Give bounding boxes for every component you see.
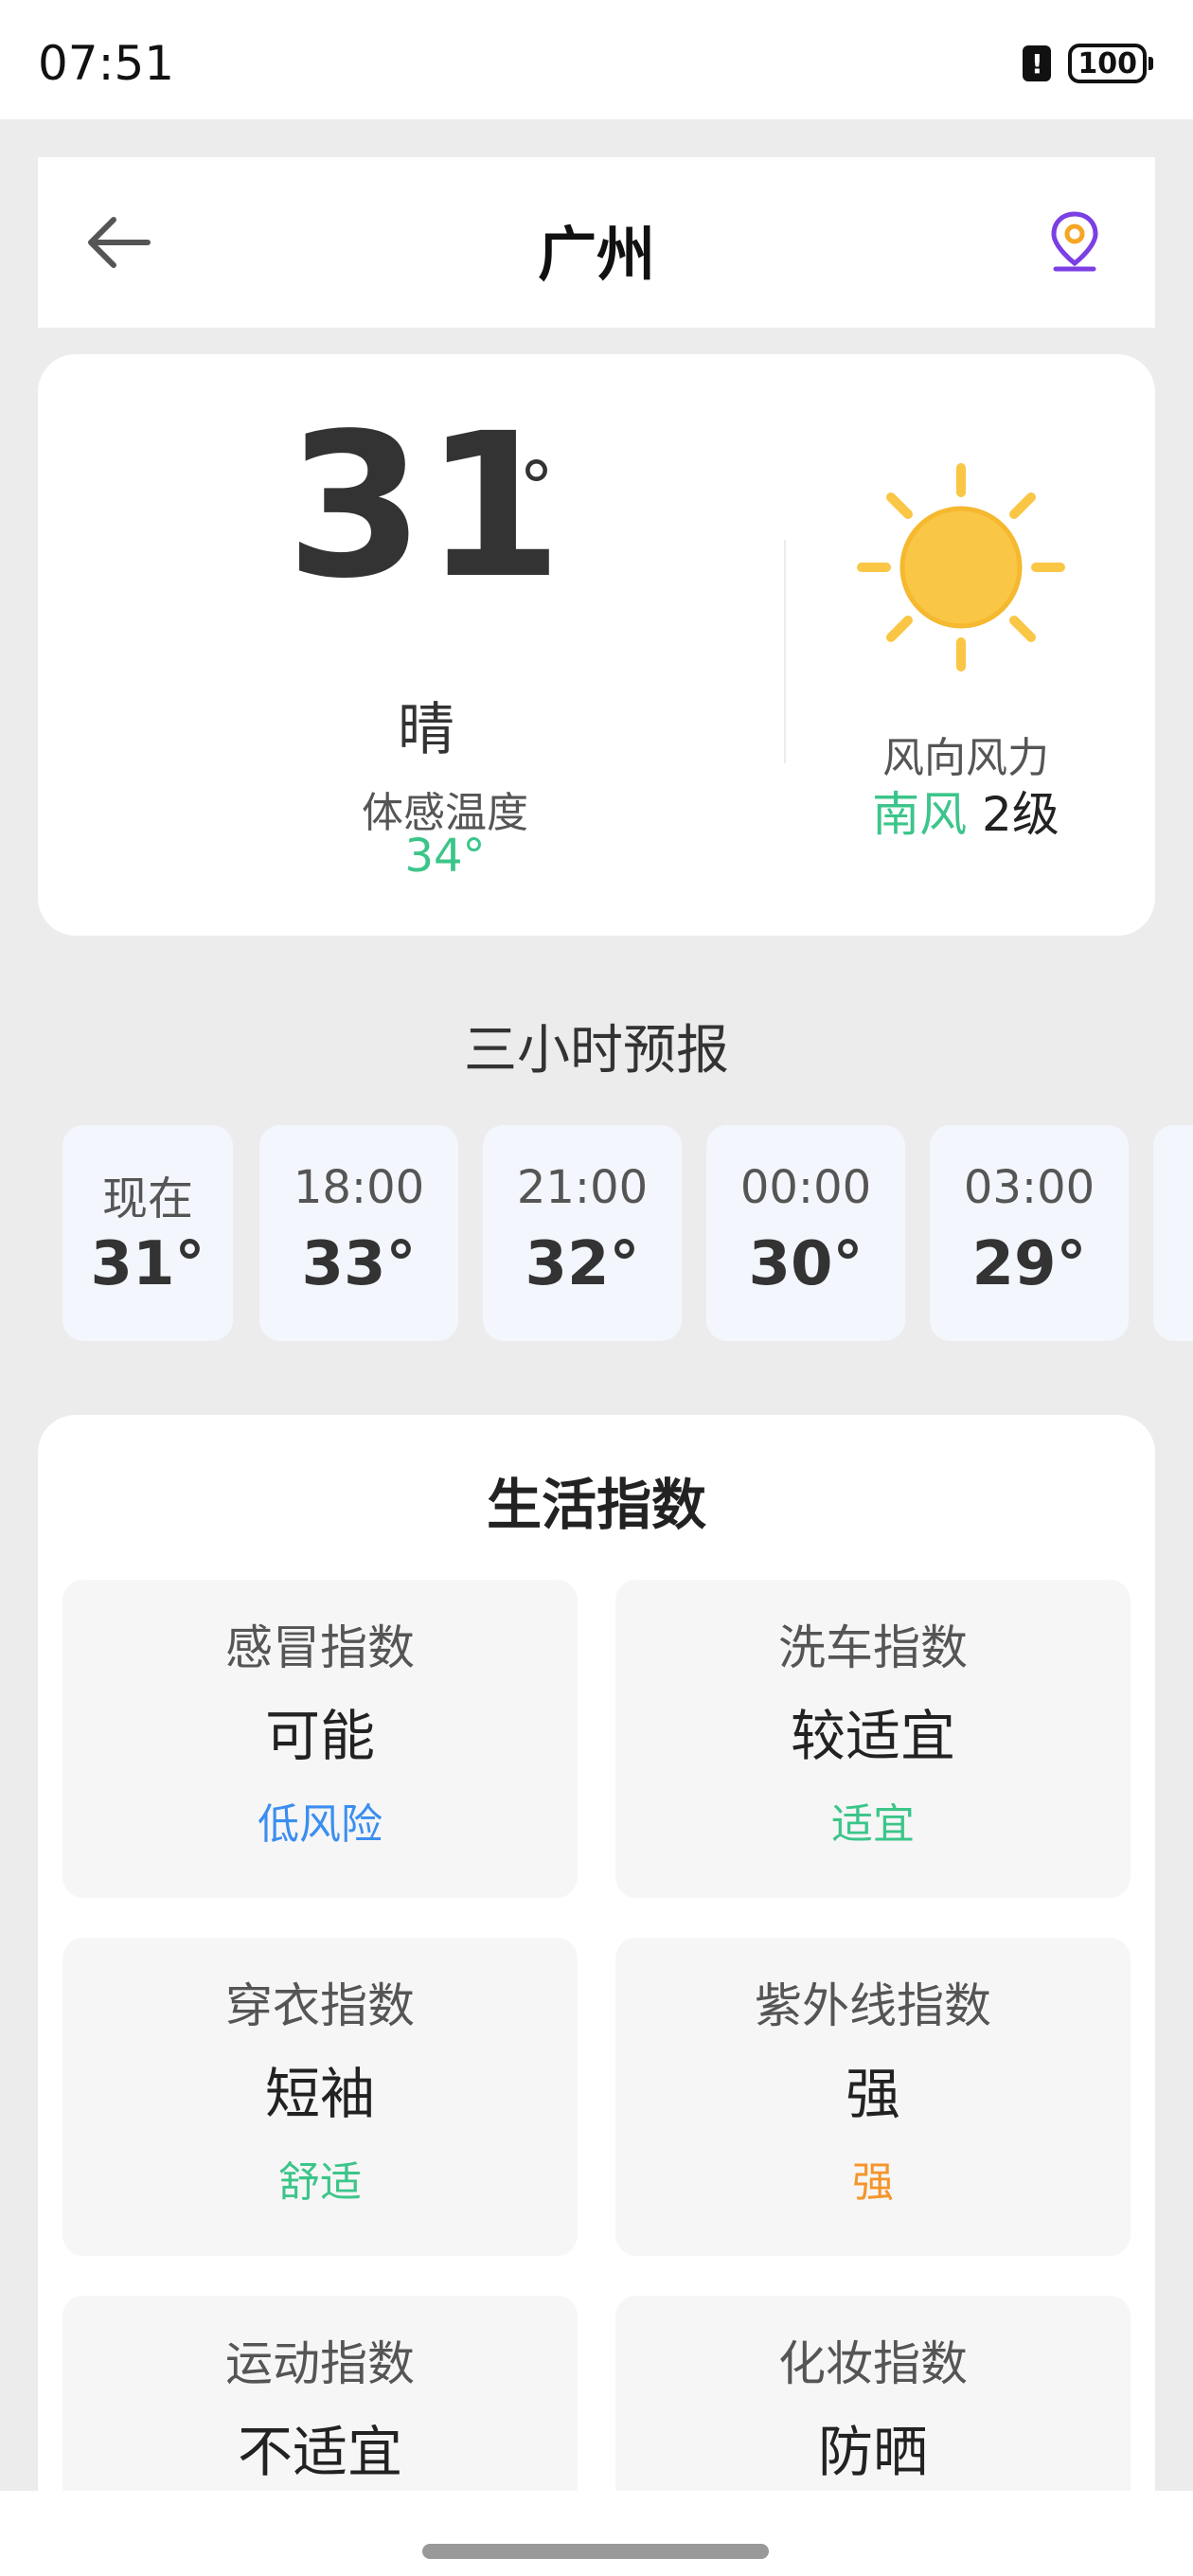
navigation-bar [0,2491,1193,2576]
index-level: 强 [852,2158,894,2207]
forecast-temp: 32° [525,1229,640,1299]
degree-symbol: ° [519,447,554,528]
life-index-title: 生活指数 [486,1473,706,1537]
forecast-item[interactable]: 03:00 29° [930,1125,1129,1341]
forecast-item[interactable]: 21:00 32° [483,1125,682,1341]
life-index-item[interactable]: 穿衣指数 短袖 舒适 [62,1938,578,2256]
index-name: 运动指数 [225,2336,415,2391]
divider [784,540,786,763]
alert-icon: ! [1023,45,1052,81]
index-value: 较适宜 [790,1704,955,1768]
index-name: 化妆指数 [778,2336,968,2391]
home-indicator[interactable] [422,2544,769,2559]
index-level: 舒适 [278,2158,362,2207]
forecast-item-partial[interactable] [1153,1125,1193,1341]
life-index-item[interactable]: 感冒指数 可能 低风险 [62,1580,578,1898]
index-level: 低风险 [258,1800,383,1849]
feels-like-value: 34° [404,830,486,883]
forecast-list[interactable]: 现在 31° 18:00 33° 21:00 32° 00:00 30° 03:… [62,1125,1193,1343]
status-icons: ! 100 [1023,44,1153,83]
location-pin-icon [1051,211,1098,272]
battery-level: 100 [1068,44,1147,83]
index-name: 洗车指数 [778,1620,968,1675]
index-value: 不适宜 [237,2420,402,2484]
index-value: 短袖 [264,2062,375,2126]
index-name: 紫外线指数 [755,1978,991,2033]
app-header: 广州 [38,157,1155,328]
forecast-item[interactable]: 18:00 33° [259,1125,458,1341]
forecast-time: 现在 [101,1172,193,1225]
status-time: 07:51 [38,36,175,91]
forecast-temp: 30° [748,1229,864,1299]
forecast-time: 18:00 [293,1161,425,1214]
index-value: 可能 [264,1704,375,1768]
wind-direction: 南风 [872,787,968,842]
index-name: 穿衣指数 [225,1978,415,2033]
index-value: 强 [845,2062,900,2126]
index-name: 感冒指数 [225,1620,415,1675]
life-index-item[interactable]: 紫外线指数 强 强 [615,1938,1131,2256]
index-level: 适宜 [831,1800,915,1849]
wind-label: 风向风力 [882,734,1049,782]
forecast-time: 21:00 [516,1161,649,1214]
weather-condition: 晴 [398,697,454,763]
wind-value: 南风 2级 [824,777,1108,845]
current-weather-card: 31 ° 晴 体感温度 34° 风向风力 南风 2级 [38,354,1155,936]
status-bar: 07:51 ! 100 [0,0,1193,119]
forecast-temp: 31° [90,1229,205,1299]
forecast-time: 03:00 [963,1161,1095,1214]
forecast-item[interactable]: 现在 31° [62,1125,233,1341]
forecast-temp: 33° [301,1229,417,1299]
battery-icon: 100 [1068,44,1153,83]
forecast-title: 三小时预报 [464,1020,729,1082]
forecast-time: 00:00 [739,1161,872,1214]
life-index-item[interactable]: 洗车指数 较适宜 适宜 [615,1580,1131,1898]
wind-level: 2级 [982,787,1059,842]
city-title: 广州 [537,220,655,289]
forecast-temp: 29° [971,1229,1087,1299]
sun-icon [857,463,1065,671]
location-button[interactable] [1040,206,1110,277]
index-value: 防晒 [817,2420,928,2484]
forecast-item[interactable]: 00:00 30° [706,1125,905,1341]
life-index-card: 生活指数 感冒指数 可能 低风险 洗车指数 较适宜 适宜 穿衣指数 短袖 舒适 … [38,1415,1155,2576]
